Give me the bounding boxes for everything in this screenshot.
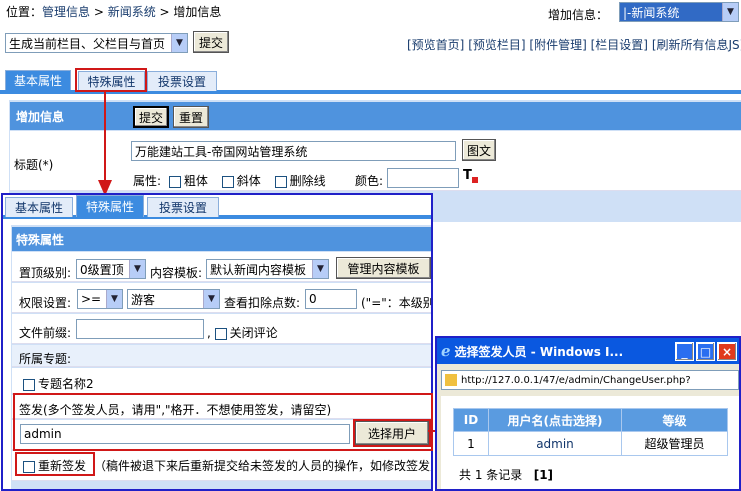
- pic-button[interactable]: 图文: [462, 139, 496, 161]
- chevron-down-icon: ▼: [129, 260, 145, 278]
- tab-basic[interactable]: 基本属性: [5, 70, 71, 90]
- refresh-select[interactable]: 生成当前栏目、父栏目与首页 ▼: [5, 33, 188, 53]
- chevron-down-icon: ▼: [722, 3, 738, 21]
- title-input[interactable]: 万能建站工具-帝国网站管理系统: [131, 141, 456, 161]
- user-table: ID 用户名(点击选择) 等级 1 admin 超级管理员: [453, 408, 728, 456]
- cell-id: 1: [454, 432, 488, 455]
- attachments-link[interactable]: [附件管理]: [529, 38, 586, 52]
- popup-footer: 共 1 条记录 [1]: [459, 466, 553, 483]
- breadcrumb-item-current: 增加信息: [173, 5, 222, 19]
- perm-op-select[interactable]: >= ▼: [77, 289, 123, 309]
- top-level-select[interactable]: 0级置顶 ▼: [76, 259, 146, 279]
- topic-item: 专题名称2: [23, 375, 94, 392]
- refresh-js-link[interactable]: [刷新所有信息JS]: [652, 38, 741, 52]
- strike-label: 删除线: [289, 174, 326, 188]
- chevron-down-icon: ▼: [171, 34, 187, 52]
- close-comment-checkbox[interactable]: [214, 327, 227, 340]
- special-tab-basic[interactable]: 基本属性: [5, 197, 73, 217]
- cell-username-link[interactable]: admin: [489, 432, 621, 455]
- points-label: 查看扣除点数:: [224, 296, 301, 310]
- column-select-value: |-新闻系统: [623, 5, 680, 20]
- resign-hint: （稿件被退下来后重新提交给未签发的人员的操作，如修改签发人: [94, 459, 431, 473]
- top-level-label: 置顶级别:: [19, 266, 72, 280]
- strike-checkbox[interactable]: [274, 175, 287, 188]
- close-comment-label: 关闭评论: [229, 326, 278, 340]
- page-icon: [445, 374, 457, 386]
- close-comment-row: , 关闭评论: [207, 326, 278, 340]
- points-input[interactable]: 0: [305, 289, 357, 309]
- breadcrumb: 位置：管理信息 > 新闻系统 > 增加信息: [6, 3, 221, 20]
- topic-checkbox[interactable]: [23, 378, 35, 391]
- topic-header-row: [12, 345, 431, 367]
- maximize-button[interactable]: □: [696, 342, 715, 361]
- template-value: 默认新闻内容模板: [210, 262, 307, 277]
- cell-level: 超级管理员: [622, 432, 727, 455]
- chevron-down-icon: ▼: [312, 260, 328, 278]
- column-settings-link[interactable]: [栏目设置]: [591, 38, 648, 52]
- tab-vote[interactable]: 投票设置: [147, 71, 217, 91]
- col-username: 用户名(点击选择): [489, 409, 621, 431]
- chevron-down-icon: ▼: [106, 290, 122, 308]
- breadcrumb-item-manage[interactable]: 管理信息: [42, 5, 90, 19]
- topic-label: 所属专题:: [19, 352, 72, 366]
- basic-submit-button[interactable]: 提交: [133, 106, 169, 128]
- special-panel: 基本属性 特殊属性 投票设置 特殊属性 置顶级别: 0级置顶 ▼ 内容模板: 默认…: [1, 193, 433, 491]
- breadcrumb-sep: >: [155, 5, 174, 19]
- toolbar-submit-button[interactable]: 提交: [193, 31, 229, 53]
- popup-address-bar[interactable]: http://127.0.0.1/47/e/admin/ChangeUser.p…: [441, 370, 739, 390]
- template-select[interactable]: 默认新闻内容模板 ▼: [206, 259, 329, 279]
- popup-url: http://127.0.0.1/47/e/admin/ChangeUser.p…: [461, 374, 691, 386]
- attr-row: 属性: 粗体 斜体 删除线: [133, 172, 326, 189]
- toolbar-links: [预览首页] [预览栏目] [附件管理] [栏目设置] [刷新所有信息JS]: [407, 36, 741, 53]
- preview-column-link[interactable]: [预览栏目]: [468, 38, 525, 52]
- popup-title: 选择签发人员 - Windows I...: [454, 344, 624, 359]
- color-label: 颜色:: [355, 174, 384, 188]
- minimize-button[interactable]: _: [675, 342, 694, 361]
- breadcrumb-prefix: 位置：: [6, 5, 43, 19]
- popup-content: ID 用户名(点击选择) 等级 1 admin 超级管理员 共 1 条记录 [1…: [441, 396, 739, 489]
- title-label: 标题(*): [14, 158, 54, 172]
- bold-label: 粗体: [183, 174, 208, 188]
- ie-icon: ℯ: [441, 342, 451, 360]
- color-input[interactable]: [387, 168, 459, 188]
- breadcrumb-item-news[interactable]: 新闻系统: [108, 5, 156, 19]
- template-label: 内容模板:: [150, 266, 203, 280]
- special-tab-vote[interactable]: 投票设置: [147, 197, 219, 217]
- special-section-title: 特殊属性: [12, 227, 431, 251]
- prefix-label: 文件前缀:: [19, 326, 72, 340]
- highlight-special-tab: [75, 68, 147, 92]
- points-hint: ("="：本级别: [361, 296, 431, 310]
- col-id: ID: [454, 409, 488, 431]
- arrow-down-icon: [98, 92, 112, 196]
- top-level-value: 0级置顶: [80, 262, 124, 277]
- manage-template-button[interactable]: 管理内容模板: [336, 257, 431, 279]
- preview-home-link[interactable]: [预览首页]: [407, 38, 464, 52]
- col-level: 等级: [622, 409, 727, 431]
- perm-op-value: >=: [81, 292, 102, 306]
- topic-item-label: 专题名称2: [38, 377, 94, 391]
- refresh-select-value: 生成当前栏目、父栏目与首页: [9, 36, 166, 51]
- basic-section-title: 增加信息: [10, 102, 741, 130]
- special-tab-special[interactable]: 特殊属性: [76, 195, 144, 217]
- column-select[interactable]: |-新闻系统 ▼: [619, 2, 739, 22]
- italic-checkbox[interactable]: [221, 175, 234, 188]
- add-info-label: 增加信息：: [548, 8, 609, 22]
- italic-label: 斜体: [236, 174, 261, 188]
- close-button[interactable]: ×: [717, 342, 737, 361]
- perm-group-select[interactable]: 游客 ▼: [127, 289, 220, 309]
- chevron-down-icon: ▼: [203, 290, 219, 308]
- perm-label: 权限设置:: [19, 296, 72, 310]
- record-count: 共 1 条记录: [459, 468, 523, 482]
- prefix-input[interactable]: [76, 319, 204, 339]
- page-link[interactable]: [1]: [534, 468, 553, 482]
- perm-group-value: 游客: [131, 292, 156, 307]
- basic-reset-button[interactable]: 重置: [173, 106, 209, 128]
- popup-window: ℯ 选择签发人员 - Windows I... _ □ × http://127…: [435, 336, 741, 491]
- bold-checkbox[interactable]: [168, 175, 181, 188]
- color-picker-icon[interactable]: T: [463, 168, 481, 186]
- highlight-choose-user: [353, 419, 431, 447]
- attr-label: 属性:: [133, 174, 162, 188]
- breadcrumb-sep: >: [90, 5, 108, 19]
- highlight-resign: [15, 452, 95, 476]
